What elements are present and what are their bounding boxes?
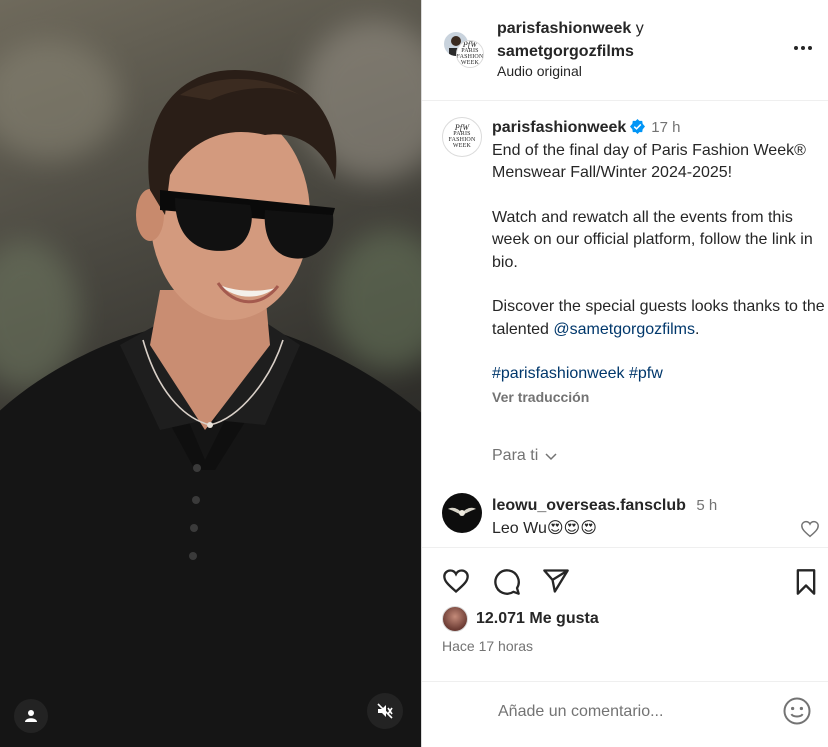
pfw-logo: PfW PARIS FASHION WEEK bbox=[456, 40, 484, 66]
header-user1-link[interactable]: parisfashionweek bbox=[497, 20, 631, 37]
comment-like-heart-icon[interactable] bbox=[800, 520, 820, 538]
for-you-label: Para ti bbox=[492, 447, 539, 464]
caption-username[interactable]: parisfashionweek bbox=[492, 119, 626, 136]
more-options-button[interactable] bbox=[794, 38, 818, 58]
share-icon[interactable] bbox=[542, 568, 570, 594]
hashtag-parisfashionweek[interactable]: #parisfashionweek bbox=[492, 365, 625, 382]
pfw-logo: PfW PARIS FASHION WEEK bbox=[448, 123, 476, 150]
header-usernames: parisfashionweek y sametgorgozfilms bbox=[497, 17, 644, 63]
more-icon bbox=[794, 46, 798, 50]
heart-icon[interactable] bbox=[442, 568, 470, 594]
for-you-dropdown[interactable]: Para ti bbox=[492, 447, 558, 465]
audio-link[interactable]: Audio original bbox=[497, 63, 582, 79]
person-photo bbox=[0, 70, 421, 747]
bookmark-icon[interactable] bbox=[794, 568, 818, 596]
post-media[interactable] bbox=[0, 0, 421, 747]
mute-button[interactable] bbox=[367, 693, 403, 729]
likes-summary[interactable]: 12.071 Me gusta bbox=[442, 606, 599, 632]
commenter-avatar[interactable] bbox=[442, 493, 482, 533]
post-side-panel: PfW PARIS FASHION WEEK parisfashionweek … bbox=[422, 0, 828, 747]
emoji-icon[interactable] bbox=[782, 696, 812, 726]
header-joiner: y bbox=[635, 20, 644, 37]
hashtag-pfw[interactable]: #pfw bbox=[629, 365, 663, 382]
caption-avatar[interactable]: PfW PARIS FASHION WEEK bbox=[442, 117, 482, 157]
comment-text: Leo Wu😍😍😍 bbox=[492, 520, 597, 537]
see-translation-button[interactable]: Ver traducción bbox=[492, 386, 828, 409]
comment-input[interactable] bbox=[498, 700, 758, 724]
comment-time: 5 h bbox=[696, 497, 718, 514]
liker-avatar bbox=[442, 606, 468, 632]
likes-count[interactable]: 12.071 Me gusta bbox=[476, 610, 599, 628]
user-tag-icon bbox=[25, 710, 37, 722]
header-user2-link[interactable]: sametgorgozfilms bbox=[497, 43, 634, 60]
post-time-ago: Hace 17 horas bbox=[442, 638, 534, 654]
action-bar bbox=[422, 562, 828, 606]
mute-icon bbox=[377, 703, 393, 719]
comment-item: leowu_overseas.fansclub 5 h Leo Wu😍😍😍 bbox=[422, 480, 828, 548]
comment-username[interactable]: leowu_overseas.fansclub bbox=[492, 497, 686, 514]
user-tag-button[interactable] bbox=[14, 699, 48, 733]
caption-time: 17 h bbox=[651, 119, 681, 136]
post-header: PfW PARIS FASHION WEEK parisfashionweek … bbox=[422, 0, 828, 101]
avatar-parisfashionweek[interactable]: PfW PARIS FASHION WEEK bbox=[456, 40, 484, 68]
wings-logo-icon bbox=[448, 507, 476, 516]
caption-body: parisfashionweek 17 h End of the final da… bbox=[492, 117, 828, 408]
chevron-down-icon bbox=[545, 453, 557, 461]
add-comment-bar bbox=[422, 681, 828, 747]
verified-icon bbox=[630, 119, 646, 134]
caption-paragraph-1: End of the final day of Paris Fashion We… bbox=[492, 141, 806, 182]
mention-link[interactable]: @sametgorgozfilms bbox=[553, 321, 695, 338]
comment-text-block: leowu_overseas.fansclub 5 h Leo Wu😍😍😍 bbox=[492, 494, 717, 540]
comment-icon[interactable] bbox=[493, 568, 521, 596]
caption-paragraph-2: Watch and rewatch all the events from th… bbox=[492, 208, 813, 271]
